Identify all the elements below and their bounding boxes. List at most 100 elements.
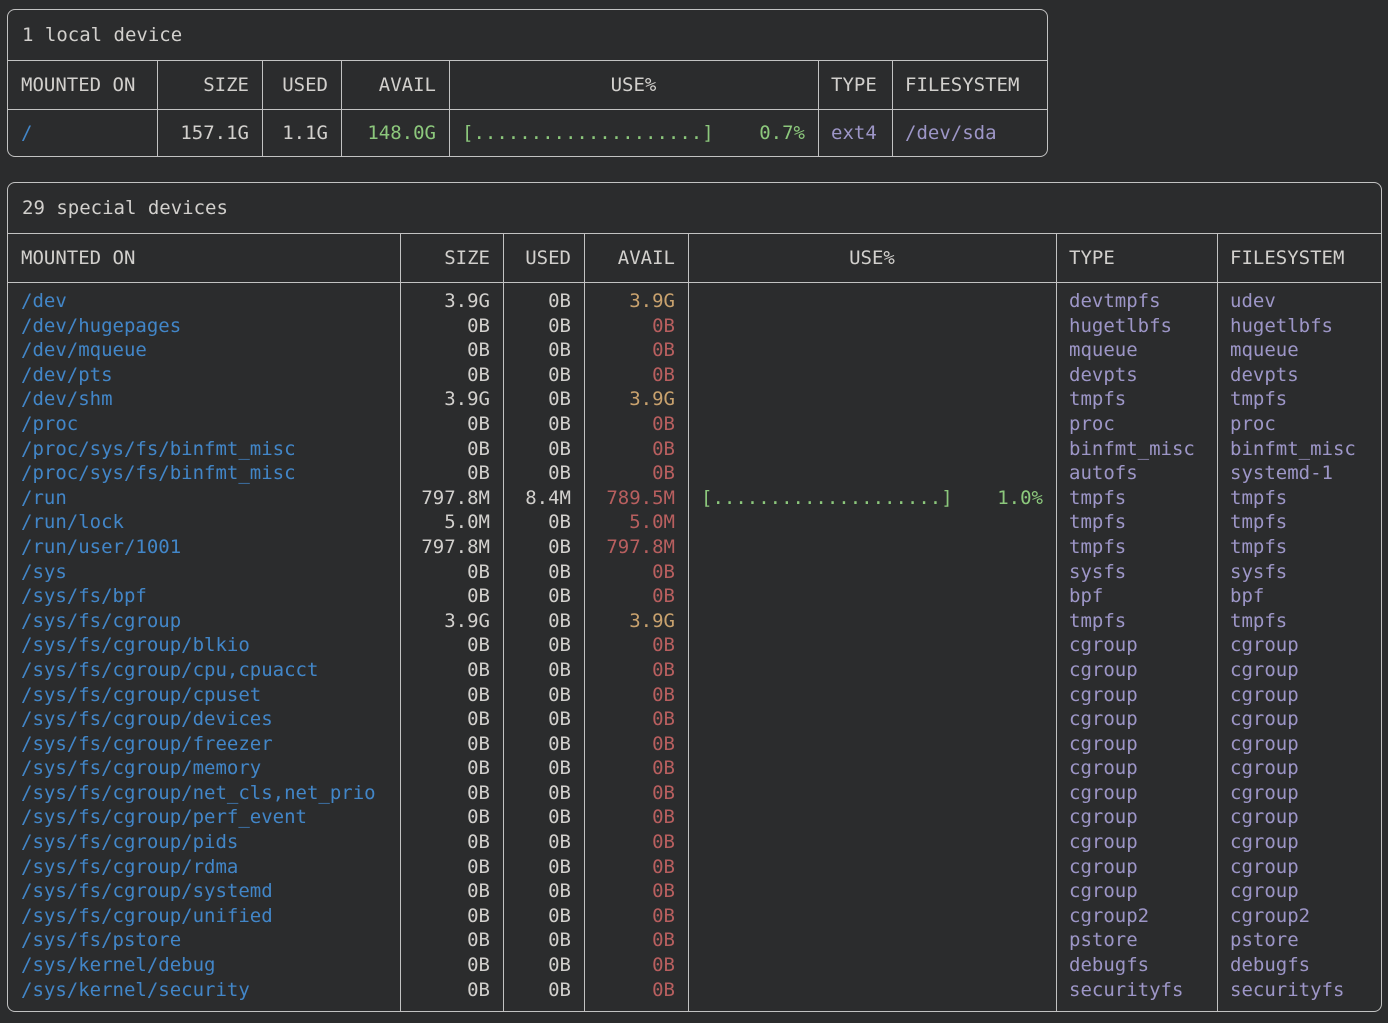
filesystem-cell: mqueue	[1217, 338, 1381, 363]
used-cell: 0B	[503, 830, 584, 855]
mount-cell: /proc	[8, 412, 400, 437]
avail-cell: 0B	[584, 338, 688, 363]
avail-cell: 0B	[584, 732, 688, 757]
used-cell: 0B	[503, 658, 584, 683]
filesystem-cell: sysfs	[1217, 560, 1381, 585]
usepct-cell	[688, 338, 1056, 363]
avail-cell: 5.0M	[584, 510, 688, 535]
column-divider	[400, 234, 401, 1011]
avail-cell: 0B	[584, 781, 688, 806]
size-cell: 3.9G	[400, 387, 503, 412]
avail-cell: 3.9G	[584, 387, 688, 412]
avail-cell: 0B	[584, 855, 688, 880]
filesystem-cell: tmpfs	[1217, 609, 1381, 634]
filesystem-cell: proc	[1217, 412, 1381, 437]
size-cell: 0B	[400, 756, 503, 781]
mount-cell: /sys/fs/cgroup/pids	[8, 830, 400, 855]
size-cell: 0B	[400, 658, 503, 683]
type-cell: tmpfs	[1056, 609, 1217, 634]
usepct-cell	[688, 855, 1056, 880]
device-row: /run797.8M8.4M789.5M[...................…	[8, 486, 1381, 511]
filesystem-cell: cgroup	[1217, 879, 1381, 904]
usepct-cell	[688, 560, 1056, 585]
usepct-cell	[688, 535, 1056, 560]
mount-cell: /sys/fs/cgroup	[8, 609, 400, 634]
device-row: /sys/fs/pstore0B0B0Bpstorepstore	[8, 928, 1381, 953]
device-row: /sys/fs/cgroup/freezer0B0B0Bcgroupcgroup	[8, 732, 1381, 757]
size-cell: 797.8M	[400, 486, 503, 511]
type-cell: tmpfs	[1056, 387, 1217, 412]
usepct-cell	[688, 363, 1056, 388]
column-header-use-: USE%	[688, 234, 1056, 282]
type-cell: tmpfs	[1056, 486, 1217, 511]
filesystem-cell: cgroup	[1217, 633, 1381, 658]
special-devices-title: 29 special devices	[8, 183, 1381, 234]
filesystem-cell: /dev/sda	[892, 110, 1047, 156]
usepct-cell	[688, 904, 1056, 929]
size-cell: 3.9G	[400, 289, 503, 314]
size-cell: 0B	[400, 928, 503, 953]
used-cell: 1.1G	[262, 110, 341, 156]
avail-cell: 0B	[584, 928, 688, 953]
device-row: /run/user/1001797.8M0B797.8Mtmpfstmpfs	[8, 535, 1381, 560]
usepct-cell	[688, 953, 1056, 978]
usage-percent: 1.0%	[997, 486, 1043, 511]
size-cell: 0B	[400, 363, 503, 388]
size-cell: 0B	[400, 732, 503, 757]
filesystem-cell: tmpfs	[1217, 387, 1381, 412]
column-divider	[818, 61, 819, 156]
avail-cell: 0B	[584, 830, 688, 855]
usepct-cell	[688, 805, 1056, 830]
column-header-avail: AVAIL	[341, 61, 449, 109]
filesystem-cell: cgroup	[1217, 658, 1381, 683]
used-cell: 0B	[503, 707, 584, 732]
used-cell: 0B	[503, 732, 584, 757]
type-cell: cgroup	[1056, 732, 1217, 757]
used-cell: 0B	[503, 879, 584, 904]
usepct-cell	[688, 658, 1056, 683]
type-cell: cgroup	[1056, 756, 1217, 781]
usepct-cell	[688, 879, 1056, 904]
usepct-cell	[688, 978, 1056, 1003]
column-header-type: TYPE	[818, 61, 892, 109]
size-cell: 0B	[400, 830, 503, 855]
used-cell: 0B	[503, 412, 584, 437]
mount-cell: /sys/fs/cgroup/blkio	[8, 633, 400, 658]
filesystem-cell: cgroup	[1217, 683, 1381, 708]
size-cell: 0B	[400, 904, 503, 929]
column-header-size: SIZE	[157, 61, 262, 109]
usepct-cell	[688, 830, 1056, 855]
usepct-cell	[688, 461, 1056, 486]
column-header-type: TYPE	[1056, 234, 1217, 282]
mount-cell: /sys	[8, 560, 400, 585]
usepct-cell: [....................]1.0%	[688, 486, 1056, 511]
avail-cell: 0B	[584, 314, 688, 339]
used-cell: 0B	[503, 461, 584, 486]
avail-cell: 0B	[584, 584, 688, 609]
used-cell: 0B	[503, 437, 584, 462]
column-header-used: USED	[503, 234, 584, 282]
device-row: /sys/fs/cgroup/cpu,cpuacct0B0B0Bcgroupcg…	[8, 658, 1381, 683]
mount-cell: /sys/fs/cgroup/cpu,cpuacct	[8, 658, 400, 683]
avail-cell: 0B	[584, 978, 688, 1003]
mount-cell: /run/user/1001	[8, 535, 400, 560]
avail-cell: 0B	[584, 683, 688, 708]
type-cell: binfmt_misc	[1056, 437, 1217, 462]
usepct-cell	[688, 928, 1056, 953]
column-header-filesystem: FILESYSTEM	[892, 61, 1047, 109]
type-cell: cgroup	[1056, 805, 1217, 830]
device-row: /sys/fs/bpf0B0B0Bbpfbpf	[8, 584, 1381, 609]
device-row: /sys/fs/cgroup/systemd0B0B0Bcgroupcgroup	[8, 879, 1381, 904]
filesystem-cell: cgroup	[1217, 805, 1381, 830]
used-cell: 0B	[503, 805, 584, 830]
column-divider	[1217, 234, 1218, 1011]
column-divider	[262, 61, 263, 156]
column-divider	[688, 234, 689, 1011]
type-cell: cgroup	[1056, 683, 1217, 708]
device-row: /proc/sys/fs/binfmt_misc0B0B0Bautofssyst…	[8, 461, 1381, 486]
avail-cell: 0B	[584, 658, 688, 683]
usepct-cell	[688, 609, 1056, 634]
mount-cell: /dev/hugepages	[8, 314, 400, 339]
mount-cell: /run/lock	[8, 510, 400, 535]
type-cell: sysfs	[1056, 560, 1217, 585]
